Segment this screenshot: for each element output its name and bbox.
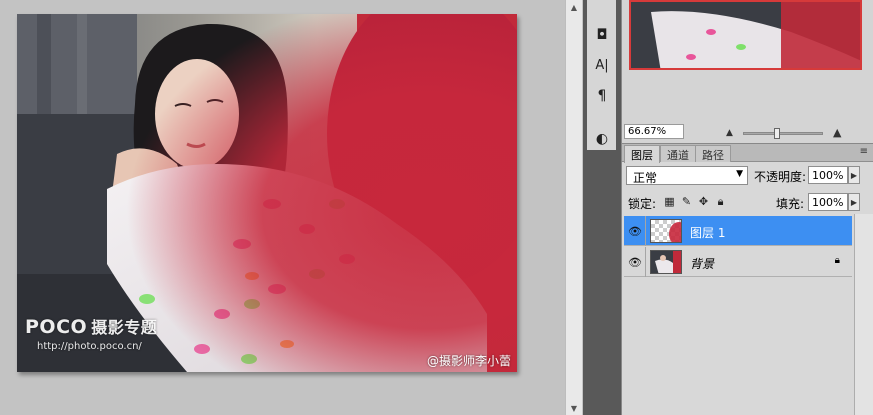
blend-mode-select[interactable]: 正常 ▼: [626, 166, 748, 185]
zoom-slider[interactable]: [743, 128, 823, 139]
tool-strip: ◘ A| ¶ ◐: [583, 0, 621, 415]
zoom-in-icon[interactable]: ▲: [833, 126, 841, 139]
canvas-vertical-scrollbar[interactable]: ▲ ▼: [565, 0, 582, 415]
panel-tabs: 图层 通道 路径 ≡: [622, 144, 873, 163]
layer-row-layer1[interactable]: 👁︎ 图层 1: [624, 216, 852, 246]
photo-credit: @摄影师李小蕾: [426, 354, 511, 368]
paragraph-icon[interactable]: ¶: [589, 85, 615, 107]
opacity-input[interactable]: 100%: [808, 166, 848, 184]
layers-panel: 图层 通道 路径 ≡ 正常 ▼ 不透明度: 100% ▶ 锁定: ▦ ✎ ✥ 🔒…: [622, 143, 873, 415]
watermark-brand: POCO 摄影专题: [25, 316, 158, 338]
layer-thumbnail: [650, 250, 682, 274]
scroll-up-icon[interactable]: ▲: [566, 0, 582, 14]
layer-name[interactable]: 背景: [690, 255, 714, 272]
layer-name[interactable]: 图层 1: [690, 224, 725, 241]
fill-input[interactable]: 100%: [808, 193, 848, 211]
document-canvas[interactable]: POCO 摄影专题 http://photo.poco.cn/ @摄影师李小蕾: [17, 14, 517, 372]
navigator-zoom-bar: 66.67% ▲ ▲: [622, 124, 873, 140]
lock-label: 锁定:: [628, 197, 657, 211]
row-divider: [645, 216, 646, 246]
eye-icon[interactable]: 👁︎: [628, 256, 642, 269]
lock-pixels-icon[interactable]: ✎: [680, 195, 693, 208]
lock-icon: 🔒︎: [834, 255, 840, 266]
layer-thumbnail: [650, 219, 682, 243]
blend-mode-value: 正常: [633, 171, 658, 185]
lock-all-icon[interactable]: 🔒︎: [714, 195, 727, 208]
zoom-slider-thumb[interactable]: [773, 128, 780, 139]
opacity-arrow-icon[interactable]: ▶: [848, 166, 860, 184]
tab-channels[interactable]: 通道: [660, 145, 696, 162]
lock-position-icon[interactable]: ✥: [697, 195, 710, 208]
lock-transparent-icon[interactable]: ▦: [663, 195, 676, 208]
row-divider: [645, 247, 646, 277]
watermark-url: http://photo.poco.cn/: [37, 341, 142, 352]
opacity-label: 不透明度:: [754, 170, 807, 184]
right-panel: 66.67% ▲ ▲ 图层 通道 路径 ≡ 正常 ▼ 不透明度: 100% ▶ …: [621, 0, 873, 415]
quick-mask-icon[interactable]: ◘: [589, 24, 615, 46]
eye-icon[interactable]: 👁︎: [628, 225, 642, 238]
navigator-preview[interactable]: [629, 0, 862, 70]
zoom-input[interactable]: 66.67%: [624, 124, 684, 139]
layer-row-background[interactable]: 👁︎ 背景 🔒︎: [624, 247, 852, 277]
navigator-thumbnail-image: [631, 2, 860, 68]
zoom-out-icon[interactable]: ▲: [726, 128, 733, 138]
type-tool-icon[interactable]: A|: [589, 54, 615, 76]
fill-label: 填充:: [776, 197, 805, 211]
scroll-down-icon[interactable]: ▼: [566, 401, 582, 415]
fill-arrow-icon[interactable]: ▶: [848, 193, 860, 211]
dodge-tool-icon[interactable]: ◐: [589, 128, 615, 150]
tab-paths[interactable]: 路径: [695, 145, 731, 162]
panel-menu-icon[interactable]: ≡: [860, 146, 868, 157]
layers-scrollbar[interactable]: [854, 214, 873, 415]
tab-layers[interactable]: 图层: [624, 145, 660, 163]
chevron-down-icon: ▼: [736, 169, 743, 179]
canvas-workspace[interactable]: POCO 摄影专题 http://photo.poco.cn/ @摄影师李小蕾: [0, 0, 565, 415]
